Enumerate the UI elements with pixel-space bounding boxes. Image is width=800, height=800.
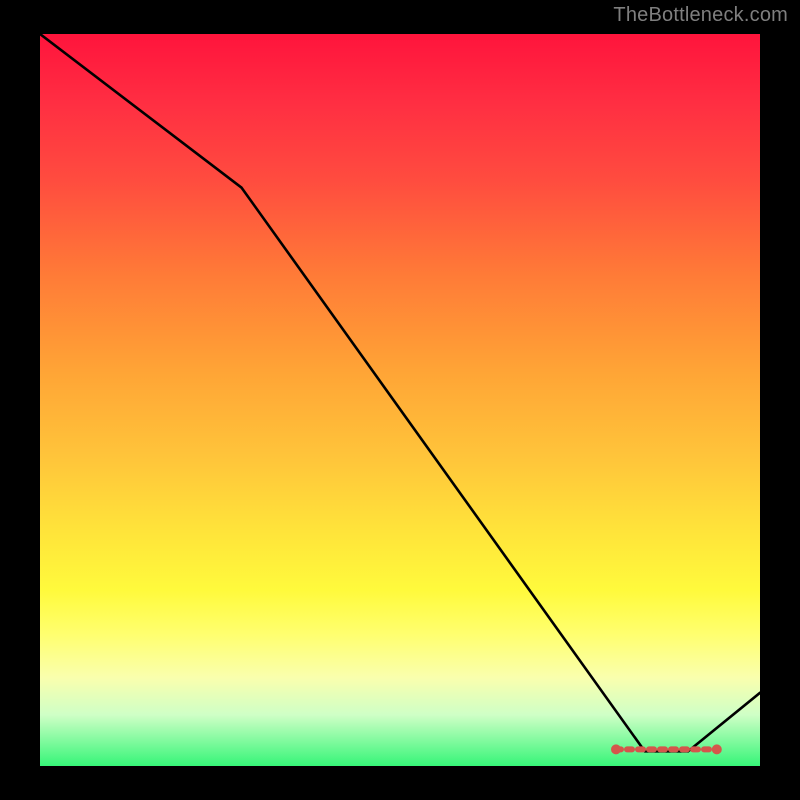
bottleneck-curve [40,34,760,751]
chart-frame: TheBottleneck.com [0,0,800,800]
plot-area [40,34,760,766]
optimal-band-marker-start [611,744,621,754]
attribution-label: TheBottleneck.com [613,4,788,27]
chart-svg [40,34,760,766]
optimal-band-marker-end [712,744,722,754]
